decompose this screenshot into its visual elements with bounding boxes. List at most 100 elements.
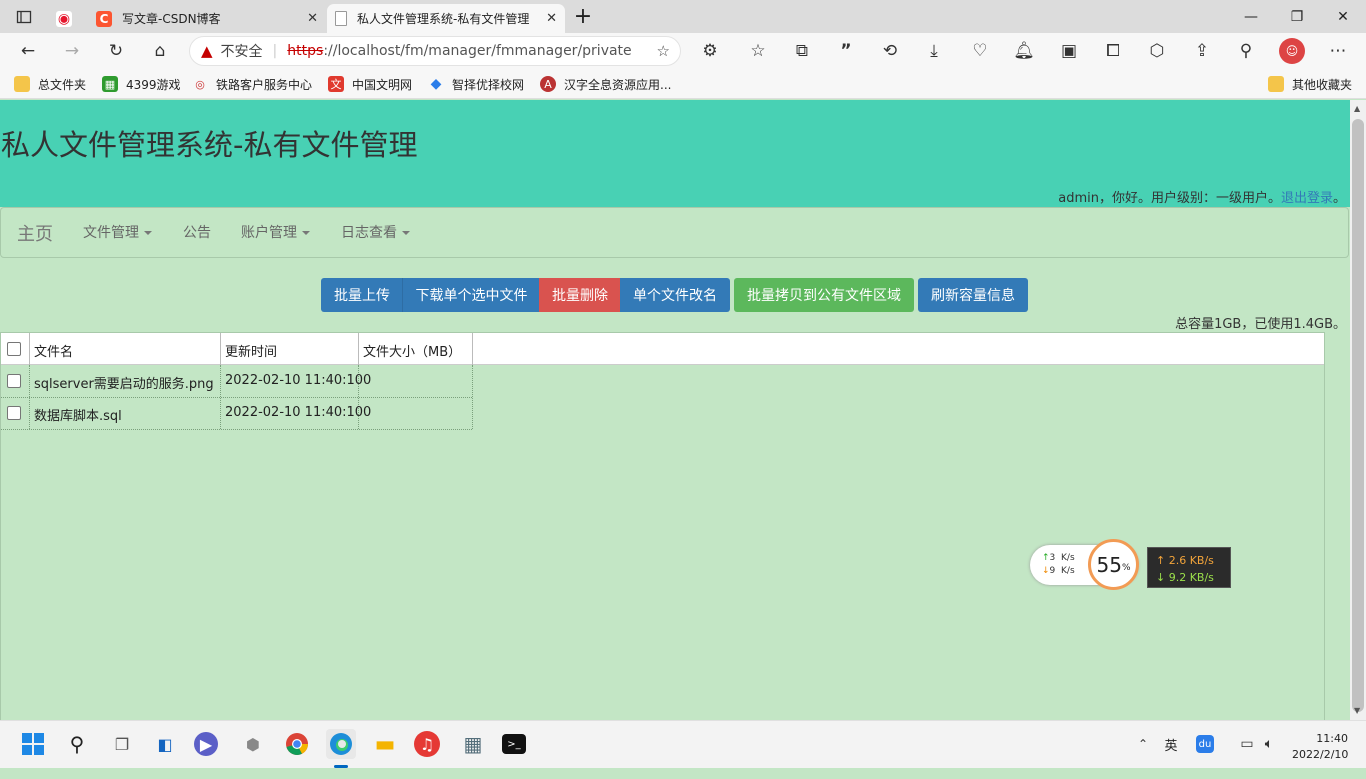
game-icon: ▦ [102, 76, 118, 92]
upload-small: 3 [1049, 553, 1056, 563]
warning-icon: ▲ [201, 42, 213, 60]
notification-icon[interactable]: 🔔︎ [1011, 38, 1037, 64]
tab-actions-icon[interactable] [10, 0, 38, 33]
screenshot-icon[interactable]: ⧠ [1100, 38, 1126, 64]
math-solver-icon[interactable]: ▣ [1056, 38, 1082, 64]
scroll-down-icon[interactable]: ▼ [1354, 706, 1360, 715]
select-all-checkbox[interactable] [7, 342, 21, 356]
terminal-icon[interactable]: >_ [502, 734, 526, 754]
close-tab-icon[interactable]: ✕ [546, 11, 557, 26]
close-tab-icon[interactable]: ✕ [307, 11, 318, 26]
copy-to-public-button[interactable]: 批量拷贝到公有文件区域 [734, 278, 914, 312]
chrome-icon[interactable] [282, 729, 312, 759]
bookmark-item[interactable]: ◆ 智择优择校网 [428, 73, 524, 95]
calculator-icon[interactable]: ▦ [458, 729, 488, 759]
download-selected-button[interactable]: 下载单个选中文件 [402, 278, 540, 312]
address-bar[interactable]: ▲ 不安全 | https ://localhost/fm/manager/fm… [189, 36, 681, 66]
widgets-icon[interactable]: ◧ [150, 729, 180, 759]
bookmark-label: 其他收藏夹 [1292, 77, 1353, 92]
volume-icon[interactable]: 🔈︎ [1254, 729, 1284, 759]
history-icon[interactable]: ⟲ [877, 38, 903, 64]
civilization-icon: 文 [328, 76, 344, 92]
back-icon[interactable]: ← [15, 38, 41, 64]
edge-icon[interactable] [326, 729, 356, 759]
task-view-icon[interactable]: ❐ [107, 729, 137, 759]
refresh-icon[interactable]: ↻ [103, 38, 129, 64]
memory-percent-circle[interactable]: 55% [1088, 539, 1139, 590]
quote-icon[interactable]: ” [833, 38, 859, 64]
restore-icon[interactable]: ❐ [1282, 0, 1312, 33]
column-header-time[interactable]: 更新时间 [225, 341, 277, 360]
percent-sign: % [1121, 562, 1131, 573]
bookmark-item[interactable]: ▦ 4399游戏 [102, 73, 181, 95]
app-icon[interactable]: ⬢ [238, 729, 268, 759]
download-arrow-icon: ↓ [1042, 566, 1050, 576]
column-header-size[interactable]: 文件大小（MB） [363, 341, 461, 360]
folder-icon [14, 76, 30, 92]
start-icon[interactable] [18, 729, 48, 759]
tab-weibo[interactable]: ◉ [48, 4, 86, 33]
extensions-icon[interactable]: ⚙ [697, 38, 723, 64]
share-icon[interactable]: ⇪ [1189, 38, 1215, 64]
more-menu-icon[interactable]: ⋯ [1325, 38, 1351, 64]
profile-avatar-icon[interactable]: ☺ [1279, 38, 1305, 64]
favorite-star-icon[interactable]: ☆ [657, 42, 670, 60]
browser-essentials-icon[interactable]: ⬡ [1144, 38, 1170, 64]
extension-puzzle-icon[interactable]: ⚲ [1233, 38, 1259, 64]
forward-icon[interactable]: → [59, 38, 85, 64]
nav-announcements[interactable]: 公告 [183, 222, 211, 242]
baidu-icon[interactable]: du [1196, 735, 1214, 753]
scroll-up-icon[interactable]: ▲ [1354, 104, 1360, 113]
refresh-quota-button[interactable]: 刷新容量信息 [918, 278, 1028, 312]
csdn-icon: C [96, 10, 112, 27]
batch-upload-button[interactable]: 批量上传 [321, 278, 403, 312]
ime-indicator[interactable]: 英 [1156, 729, 1186, 759]
bookmark-label: 汉字全息资源应用... [564, 77, 672, 92]
column-header-name[interactable]: 文件名 [34, 341, 73, 360]
bookmark-item[interactable]: A 汉字全息资源应用... [540, 73, 671, 95]
netease-music-icon[interactable]: ♫ [414, 731, 440, 757]
other-bookmarks[interactable]: 其他收藏夹 [1268, 73, 1352, 95]
unit-small: K/s [1061, 566, 1075, 576]
nav-account-management[interactable]: 账户管理 [241, 222, 310, 242]
bookmark-label: 铁路客户服务中心 [216, 77, 313, 92]
collections-icon[interactable]: ⧉ [789, 38, 815, 64]
nav-home[interactable]: 主页 [17, 220, 53, 246]
bookmark-item[interactable]: 总文件夹 [14, 73, 86, 95]
rename-file-button[interactable]: 单个文件改名 [620, 278, 730, 312]
file-explorer-icon[interactable]: ▬ [370, 729, 400, 759]
nav-file-management[interactable]: 文件管理 [83, 222, 152, 242]
logout-suffix: 。 [1332, 191, 1346, 206]
caret-down-icon [402, 231, 410, 235]
home-icon[interactable]: ⌂ [147, 38, 173, 64]
search-icon[interactable]: ⚲ [62, 729, 92, 759]
bookmark-item[interactable]: 文 中国文明网 [328, 73, 412, 95]
teams-chat-icon[interactable]: ▶ [194, 732, 218, 756]
file-size: 0 [363, 373, 372, 388]
windows-taskbar: ⚲ ❐ ◧ ▶ ⬢ ▬ ♫ ▦ >_ ⌃ 英 du ▭ 🔈︎ 11:40 202… [0, 720, 1366, 768]
downloads-icon[interactable]: ⤓ [921, 38, 947, 64]
batch-delete-button[interactable]: 批量删除 [539, 278, 621, 312]
tab-csdn[interactable]: C 写文章-CSDN博客 ✕ [88, 4, 326, 33]
clock[interactable]: 11:40 2022/2/10 [1292, 731, 1348, 763]
page-header: 私人文件管理系统-私有文件管理 admin，你好。用户级别：一级用户。退出登录。 [0, 100, 1350, 207]
bookmark-item[interactable]: ◎ 铁路客户服务中心 [192, 73, 312, 95]
close-window-icon[interactable]: ✕ [1328, 0, 1358, 33]
logout-link[interactable]: 退出登录 [1281, 191, 1333, 206]
favorites-icon[interactable]: ☆ [745, 38, 771, 64]
row-checkbox[interactable] [7, 406, 21, 420]
performance-icon[interactable]: ♡ [967, 38, 993, 64]
nav-label: 账户管理 [241, 225, 297, 241]
upload-speed: ↑ 2.6 KB/s [1156, 554, 1214, 567]
page-scrollbar[interactable]: ▲ ▼ [1350, 100, 1366, 720]
clock-date: 2022/2/10 [1292, 748, 1349, 761]
school-icon: ◆ [430, 76, 442, 92]
nav-log-view[interactable]: 日志查看 [341, 222, 410, 242]
minimize-icon[interactable]: — [1236, 0, 1266, 33]
tab-private-files[interactable]: 私人文件管理系统-私有文件管理 ✕ [327, 4, 565, 33]
download-small: 9 [1049, 566, 1056, 576]
new-tab-icon[interactable]: + [570, 0, 596, 33]
chevron-up-icon[interactable]: ⌃ [1128, 729, 1158, 759]
scrollbar-thumb[interactable] [1352, 119, 1364, 712]
row-checkbox[interactable] [7, 374, 21, 388]
